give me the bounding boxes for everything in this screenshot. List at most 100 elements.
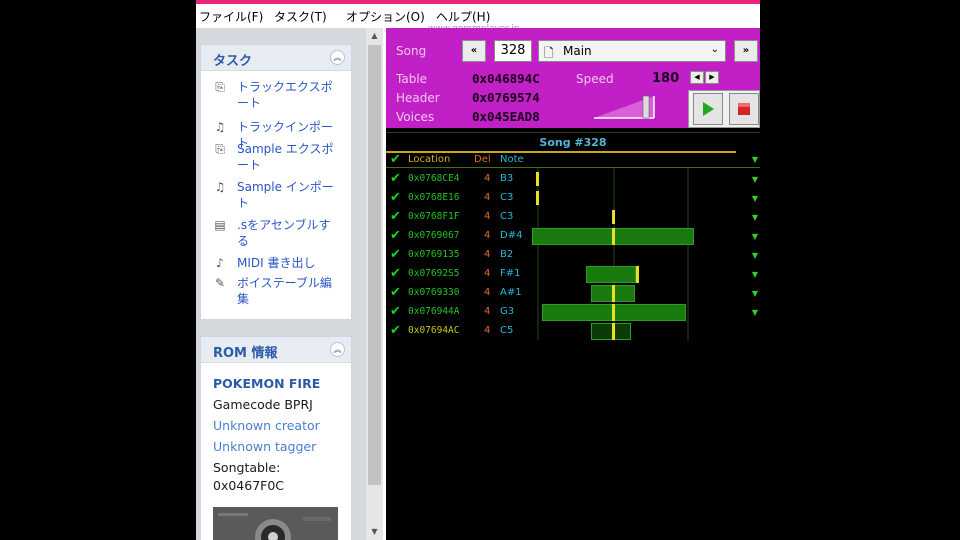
track-enabled-check-icon[interactable]: ✔ — [390, 171, 401, 186]
track-del: 4 — [484, 249, 491, 260]
song-select[interactable]: 🗋 Main ⌄ — [538, 40, 726, 62]
task-item-label[interactable]: Sample インポート — [237, 179, 341, 211]
track-marker — [612, 323, 615, 340]
track-note: A#1 — [500, 287, 522, 298]
prev-song-button[interactable]: « — [462, 40, 486, 62]
task-item-label[interactable]: Sample エクスポート — [237, 141, 341, 173]
chevron-down-icon[interactable]: ▼ — [752, 213, 758, 222]
song-label: Song — [396, 44, 427, 58]
speed-up-icon[interactable]: ▶ — [705, 71, 719, 84]
track-note: C5 — [500, 325, 514, 336]
task-panel-header[interactable]: タスク ︽ — [201, 45, 351, 71]
track-row[interactable]: ✔ 0x0769330 4 A#1 ▼ — [386, 284, 760, 303]
menu-task[interactable]: タスク(T) — [274, 8, 327, 25]
song-tab[interactable]: Song #328 — [386, 132, 760, 153]
track-del: 4 — [484, 211, 491, 222]
menu-file[interactable]: ファイル(F) — [199, 8, 263, 25]
track-location: 0x07692S5 — [408, 268, 460, 279]
track-row[interactable]: ✔ 0x0769067 4 D#4 ▼ — [386, 227, 760, 246]
track-enabled-check-icon[interactable]: ✔ — [390, 228, 401, 243]
rom-info-panel: ROM 情報 ︽ POKEMON FIRE Gamecode BPRJ Unkn… — [200, 336, 352, 540]
track-location: 0x0768F1F — [408, 211, 460, 222]
scroll-down-icon[interactable]: ▼ — [366, 524, 383, 540]
stop-button[interactable] — [729, 93, 759, 125]
chevron-down-icon[interactable]: ▼ — [752, 194, 758, 203]
track-marker — [612, 210, 615, 224]
track-enabled-check-icon[interactable]: ✔ — [390, 323, 401, 338]
track-note: B3 — [500, 173, 514, 184]
track-del: 4 — [484, 306, 491, 317]
chevron-down-icon[interactable]: ▼ — [752, 175, 758, 184]
pane-scrollbar[interactable]: ▲ ▼ — [366, 28, 383, 540]
chevron-down-icon[interactable]: ▼ — [752, 251, 758, 260]
track-note: C3 — [500, 192, 514, 203]
task-item-assemble[interactable]: ▤ .sをアセンブルする — [211, 217, 341, 253]
check-all-icon[interactable]: ✔ — [390, 152, 401, 167]
track-enabled-check-icon[interactable]: ✔ — [390, 209, 401, 224]
track-del: 4 — [484, 287, 491, 298]
rom-tagger: Unknown tagger — [213, 439, 317, 454]
song-tab-label: Song #328 — [539, 136, 607, 149]
collapse-icon[interactable]: ︽ — [330, 50, 345, 65]
rom-gamecode: Gamecode BPRJ — [213, 397, 313, 412]
track-location: 0x0769135 — [408, 249, 460, 260]
task-item-voicetable-edit[interactable]: ✎ ボイステーブル編集 — [211, 275, 341, 311]
rom-creator: Unknown creator — [213, 418, 320, 433]
track-row[interactable]: ✔ 0x076944A 4 G3 ▼ — [386, 303, 760, 322]
task-item-label[interactable]: .sをアセンブルする — [237, 217, 341, 249]
task-item-track-import[interactable]: ♫ トラックインポート — [211, 119, 341, 150]
chevron-down-icon[interactable]: ▼ — [752, 289, 758, 298]
rom-panel-header[interactable]: ROM 情報 ︽ — [201, 337, 351, 363]
chevron-down-icon[interactable]: ▼ — [752, 270, 758, 279]
chevron-down-icon[interactable]: ▼ — [752, 232, 758, 241]
task-item-label[interactable]: トラックエクスポート — [237, 79, 341, 111]
speed-down-icon[interactable]: ◀ — [690, 71, 704, 84]
chevron-down-icon[interactable]: ▼ — [752, 308, 758, 317]
next-song-button[interactable]: » — [734, 40, 758, 62]
task-item-sample-export[interactable]: ⎘ Sample エクスポート — [211, 141, 341, 177]
menu-options[interactable]: オプション(O) — [346, 8, 425, 25]
menu-help[interactable]: ヘルプ(H) — [436, 8, 490, 25]
volume-slider[interactable] — [594, 92, 656, 120]
track-row[interactable]: ✔ 0x0769135 4 B2 ▼ — [386, 246, 760, 265]
midi-export-icon: ♪ — [216, 256, 224, 270]
note-block — [586, 266, 636, 283]
track-row[interactable]: ✔ 0x0768F1F 4 C3 ▼ — [386, 208, 760, 227]
task-item-label[interactable]: ボイステーブル編集 — [237, 275, 341, 307]
track-enabled-check-icon[interactable]: ✔ — [390, 304, 401, 319]
assemble-icon: ▤ — [214, 218, 226, 232]
track-enabled-check-icon[interactable]: ✔ — [390, 266, 401, 281]
track-enabled-check-icon[interactable]: ✔ — [390, 285, 401, 300]
track-marker — [612, 285, 615, 302]
voicetable-edit-icon: ✎ — [214, 276, 226, 290]
rom-songtable-label: Songtable: — [213, 460, 281, 475]
task-item-sample-import[interactable]: ♫ Sample インポート — [211, 179, 341, 215]
track-del: 4 — [484, 173, 491, 184]
rom-cover-image — [213, 507, 338, 540]
task-item-track-export[interactable]: ⎘ トラックエクスポート — [211, 79, 341, 115]
stop-icon — [738, 103, 750, 115]
track-row[interactable]: ✔ 0x07694AC 4 C5 — [386, 322, 760, 341]
column-location: Location — [408, 154, 451, 165]
track-row[interactable]: ✔ 0x07692S5 4 F#1 ▼ — [386, 265, 760, 284]
chevron-down-icon: ⌄ — [710, 44, 719, 55]
scroll-thumb[interactable] — [368, 45, 381, 485]
column-note: Note — [500, 154, 524, 165]
track-enabled-check-icon[interactable]: ✔ — [390, 247, 401, 262]
track-row[interactable]: ✔ 0x0768CE4 4 B3 ▼ — [386, 170, 760, 189]
chevron-down-icon[interactable]: ▼ — [752, 155, 758, 164]
track-note: B2 — [500, 249, 514, 260]
voices-label: Voices — [396, 110, 435, 124]
track-marker — [536, 191, 539, 205]
track-note: D#4 — [500, 230, 523, 241]
play-button[interactable] — [693, 93, 723, 125]
track-enabled-check-icon[interactable]: ✔ — [390, 190, 401, 205]
document-icon: 🗋 — [544, 46, 554, 60]
task-panel: タスク ︽ ⎘ トラックエクスポート ♫ トラックインポート ⎘ Sample … — [200, 44, 352, 320]
task-item-midi-export[interactable]: ♪ MIDI 書き出し — [211, 255, 341, 275]
collapse-icon[interactable]: ︽ — [330, 342, 345, 357]
track-row[interactable]: ✔ 0x0768E16 4 C3 ▼ — [386, 189, 760, 208]
song-number-input[interactable]: 328 — [494, 40, 532, 62]
scroll-up-icon[interactable]: ▲ — [366, 28, 383, 44]
task-item-label[interactable]: MIDI 書き出し — [237, 255, 341, 271]
